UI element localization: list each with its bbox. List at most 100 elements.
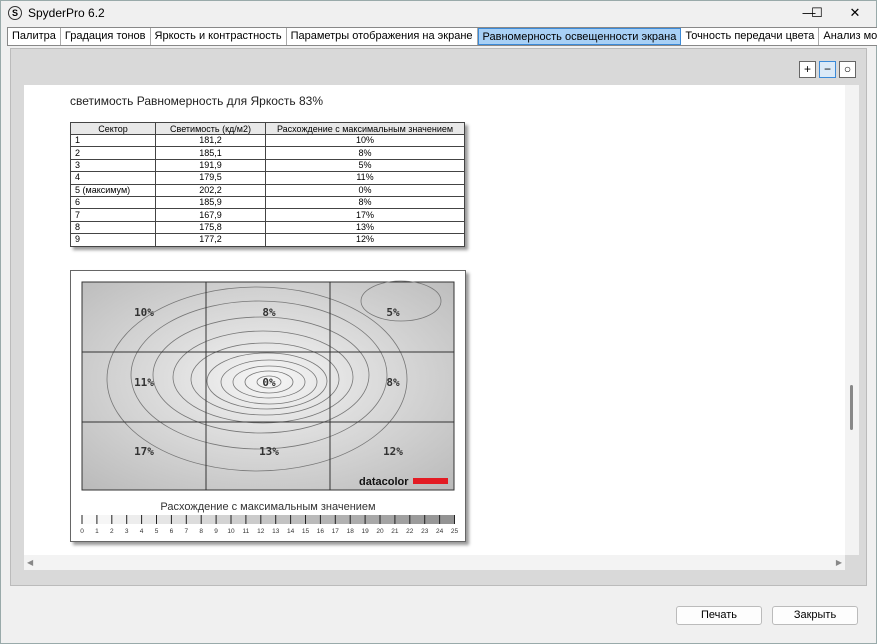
tab-2[interactable]: Градация тонов xyxy=(61,28,151,45)
table-cell: 185,9 xyxy=(155,195,266,210)
scale-swatch xyxy=(96,515,112,524)
table-cell: 13% xyxy=(265,220,465,235)
sector-label: 13% xyxy=(259,445,279,458)
scale-swatch xyxy=(409,515,425,524)
zoom-in-icon[interactable]: + xyxy=(799,61,816,78)
scale-tick-label: 25 xyxy=(451,528,459,535)
scale-tick-label: 24 xyxy=(436,528,444,535)
table-row: 9 177,2 12% xyxy=(70,233,465,247)
zoom-out-icon[interactable]: − xyxy=(819,61,836,78)
report-document: светимость Равномерность для Яркость 83%… xyxy=(24,85,845,555)
scale-tick-label: 18 xyxy=(347,528,355,535)
scale-tick-label: 20 xyxy=(376,528,384,535)
legend-title: Расхождение с максимальным значением xyxy=(160,501,376,513)
scale-tick-label: 12 xyxy=(257,528,265,535)
uniformity-map: 10% 8% 5% 11% 0% 8% 17% 13% 12% datacolor 012345… xyxy=(70,270,466,542)
scale-tick-label: 10 xyxy=(227,528,235,535)
scale-swatch xyxy=(350,515,366,524)
table-cell: 8% xyxy=(265,195,465,210)
scale-swatch xyxy=(216,515,231,524)
scale-tick-label: 3 xyxy=(125,528,129,535)
scale-tick-label: 7 xyxy=(184,528,188,535)
title-bar: S SpyderPro 6.2 — ☐ ✕ xyxy=(1,1,877,25)
table-cell: 10% xyxy=(265,133,465,148)
scale-tick-label: 13 xyxy=(272,528,280,535)
scale-tick-label: 1 xyxy=(95,528,99,535)
scale-swatch xyxy=(231,515,246,524)
scale-swatch xyxy=(126,515,142,524)
scale-tick-label: 5 xyxy=(155,528,159,535)
scale-tick-label: 11 xyxy=(243,528,250,535)
table-cell: 7 xyxy=(70,208,156,222)
scale-tick-label: 21 xyxy=(391,528,399,535)
tab-5[interactable]: Равномерность освещенности экрана xyxy=(477,28,682,45)
table-cell: 185,1 xyxy=(155,146,266,160)
table-cell: 11% xyxy=(265,171,465,185)
table-cell: 4 xyxy=(70,171,156,185)
scale-swatch xyxy=(201,515,217,524)
table-cell: 5% xyxy=(265,158,465,173)
table-cell: 12% xyxy=(265,233,465,247)
tab-4[interactable]: Параметры отображения на экране xyxy=(287,28,478,45)
table-cell: 181,2 xyxy=(155,133,266,148)
scale-swatch xyxy=(156,515,172,524)
table-row: 3 191,9 5% xyxy=(70,158,465,173)
scale-swatch xyxy=(186,515,202,524)
scale-tick-label: 2 xyxy=(110,528,114,535)
scale-swatch xyxy=(260,515,276,524)
sector-label: 5% xyxy=(386,306,400,319)
table-cell: 17% xyxy=(265,208,465,222)
scale-tick-label: 19 xyxy=(361,528,369,535)
table-cell: 177,2 xyxy=(155,233,266,247)
print-button[interactable]: Печать xyxy=(676,606,762,625)
scale-swatch xyxy=(275,515,291,524)
scale-tick-label: 6 xyxy=(170,528,174,535)
scale-swatch xyxy=(171,515,187,524)
close-window-button[interactable]: ✕ xyxy=(832,1,877,25)
scale-tick-label: 22 xyxy=(406,528,414,535)
scale-swatch xyxy=(335,515,351,524)
table-cell: 167,9 xyxy=(155,208,266,222)
scale-swatch xyxy=(82,515,97,524)
scale-tick-label: 23 xyxy=(421,528,429,535)
table-cell: 1 xyxy=(70,133,156,148)
horizontal-scrollbar[interactable]: ◀ ▶ xyxy=(24,555,845,570)
tab-1[interactable]: Палитра xyxy=(8,28,61,45)
scale-tick-label: 14 xyxy=(287,528,295,535)
datacolor-logo: datacolor xyxy=(359,476,409,488)
scale-tick-label: 8 xyxy=(199,528,203,535)
scale-swatch xyxy=(380,515,395,524)
scale-swatch xyxy=(290,515,306,524)
table-cell: 5 (максимум) xyxy=(70,183,156,197)
table-cell: 179,5 xyxy=(155,171,266,185)
scale-tick-label: 17 xyxy=(332,528,340,535)
column-header: Расхождение с максимальным значением xyxy=(265,122,465,135)
report-panel: + − ○ светимость Равномерность для Яркос… xyxy=(10,48,867,586)
sector-label: 0% xyxy=(262,376,276,389)
tab-3[interactable]: Яркость и контрастность xyxy=(151,28,287,45)
vertical-scrollbar[interactable] xyxy=(845,85,859,555)
sector-label: 11% xyxy=(134,376,154,389)
table-row: 6 185,9 8% xyxy=(70,195,465,210)
table-cell: 175,8 xyxy=(155,220,266,235)
sector-label: 10% xyxy=(134,306,154,319)
scale-tick-label: 15 xyxy=(302,528,310,535)
column-header: Светимость (кд/м2) xyxy=(155,122,266,135)
scale-swatch xyxy=(394,515,410,524)
tab-bar: Палитра Градация тонов Яркость и контрастн… xyxy=(7,27,877,46)
scale-swatch xyxy=(424,515,440,524)
tab-6[interactable]: Точность передачи цвета xyxy=(681,28,820,45)
report-title: светимость Равномерность для Яркость 83% xyxy=(70,94,323,108)
close-button[interactable]: Закрыть xyxy=(772,606,858,625)
luminance-table: Сектор Светимость (кд/м2) Расхождение с … xyxy=(70,122,465,247)
scale-swatch xyxy=(365,515,380,524)
scale-tick-label: 4 xyxy=(140,528,144,535)
table-row: 5 (максимум) 202,2 0% xyxy=(70,183,465,197)
scale-swatch xyxy=(305,515,321,524)
window-title: SpyderPro 6.2 xyxy=(28,6,105,20)
table-cell: 8% xyxy=(265,146,465,160)
scale-swatch xyxy=(111,515,127,524)
zoom-fit-icon[interactable]: ○ xyxy=(839,61,856,78)
tab-7[interactable]: Анализ монитора xyxy=(819,28,877,45)
table-row: 7 167,9 17% xyxy=(70,208,465,222)
